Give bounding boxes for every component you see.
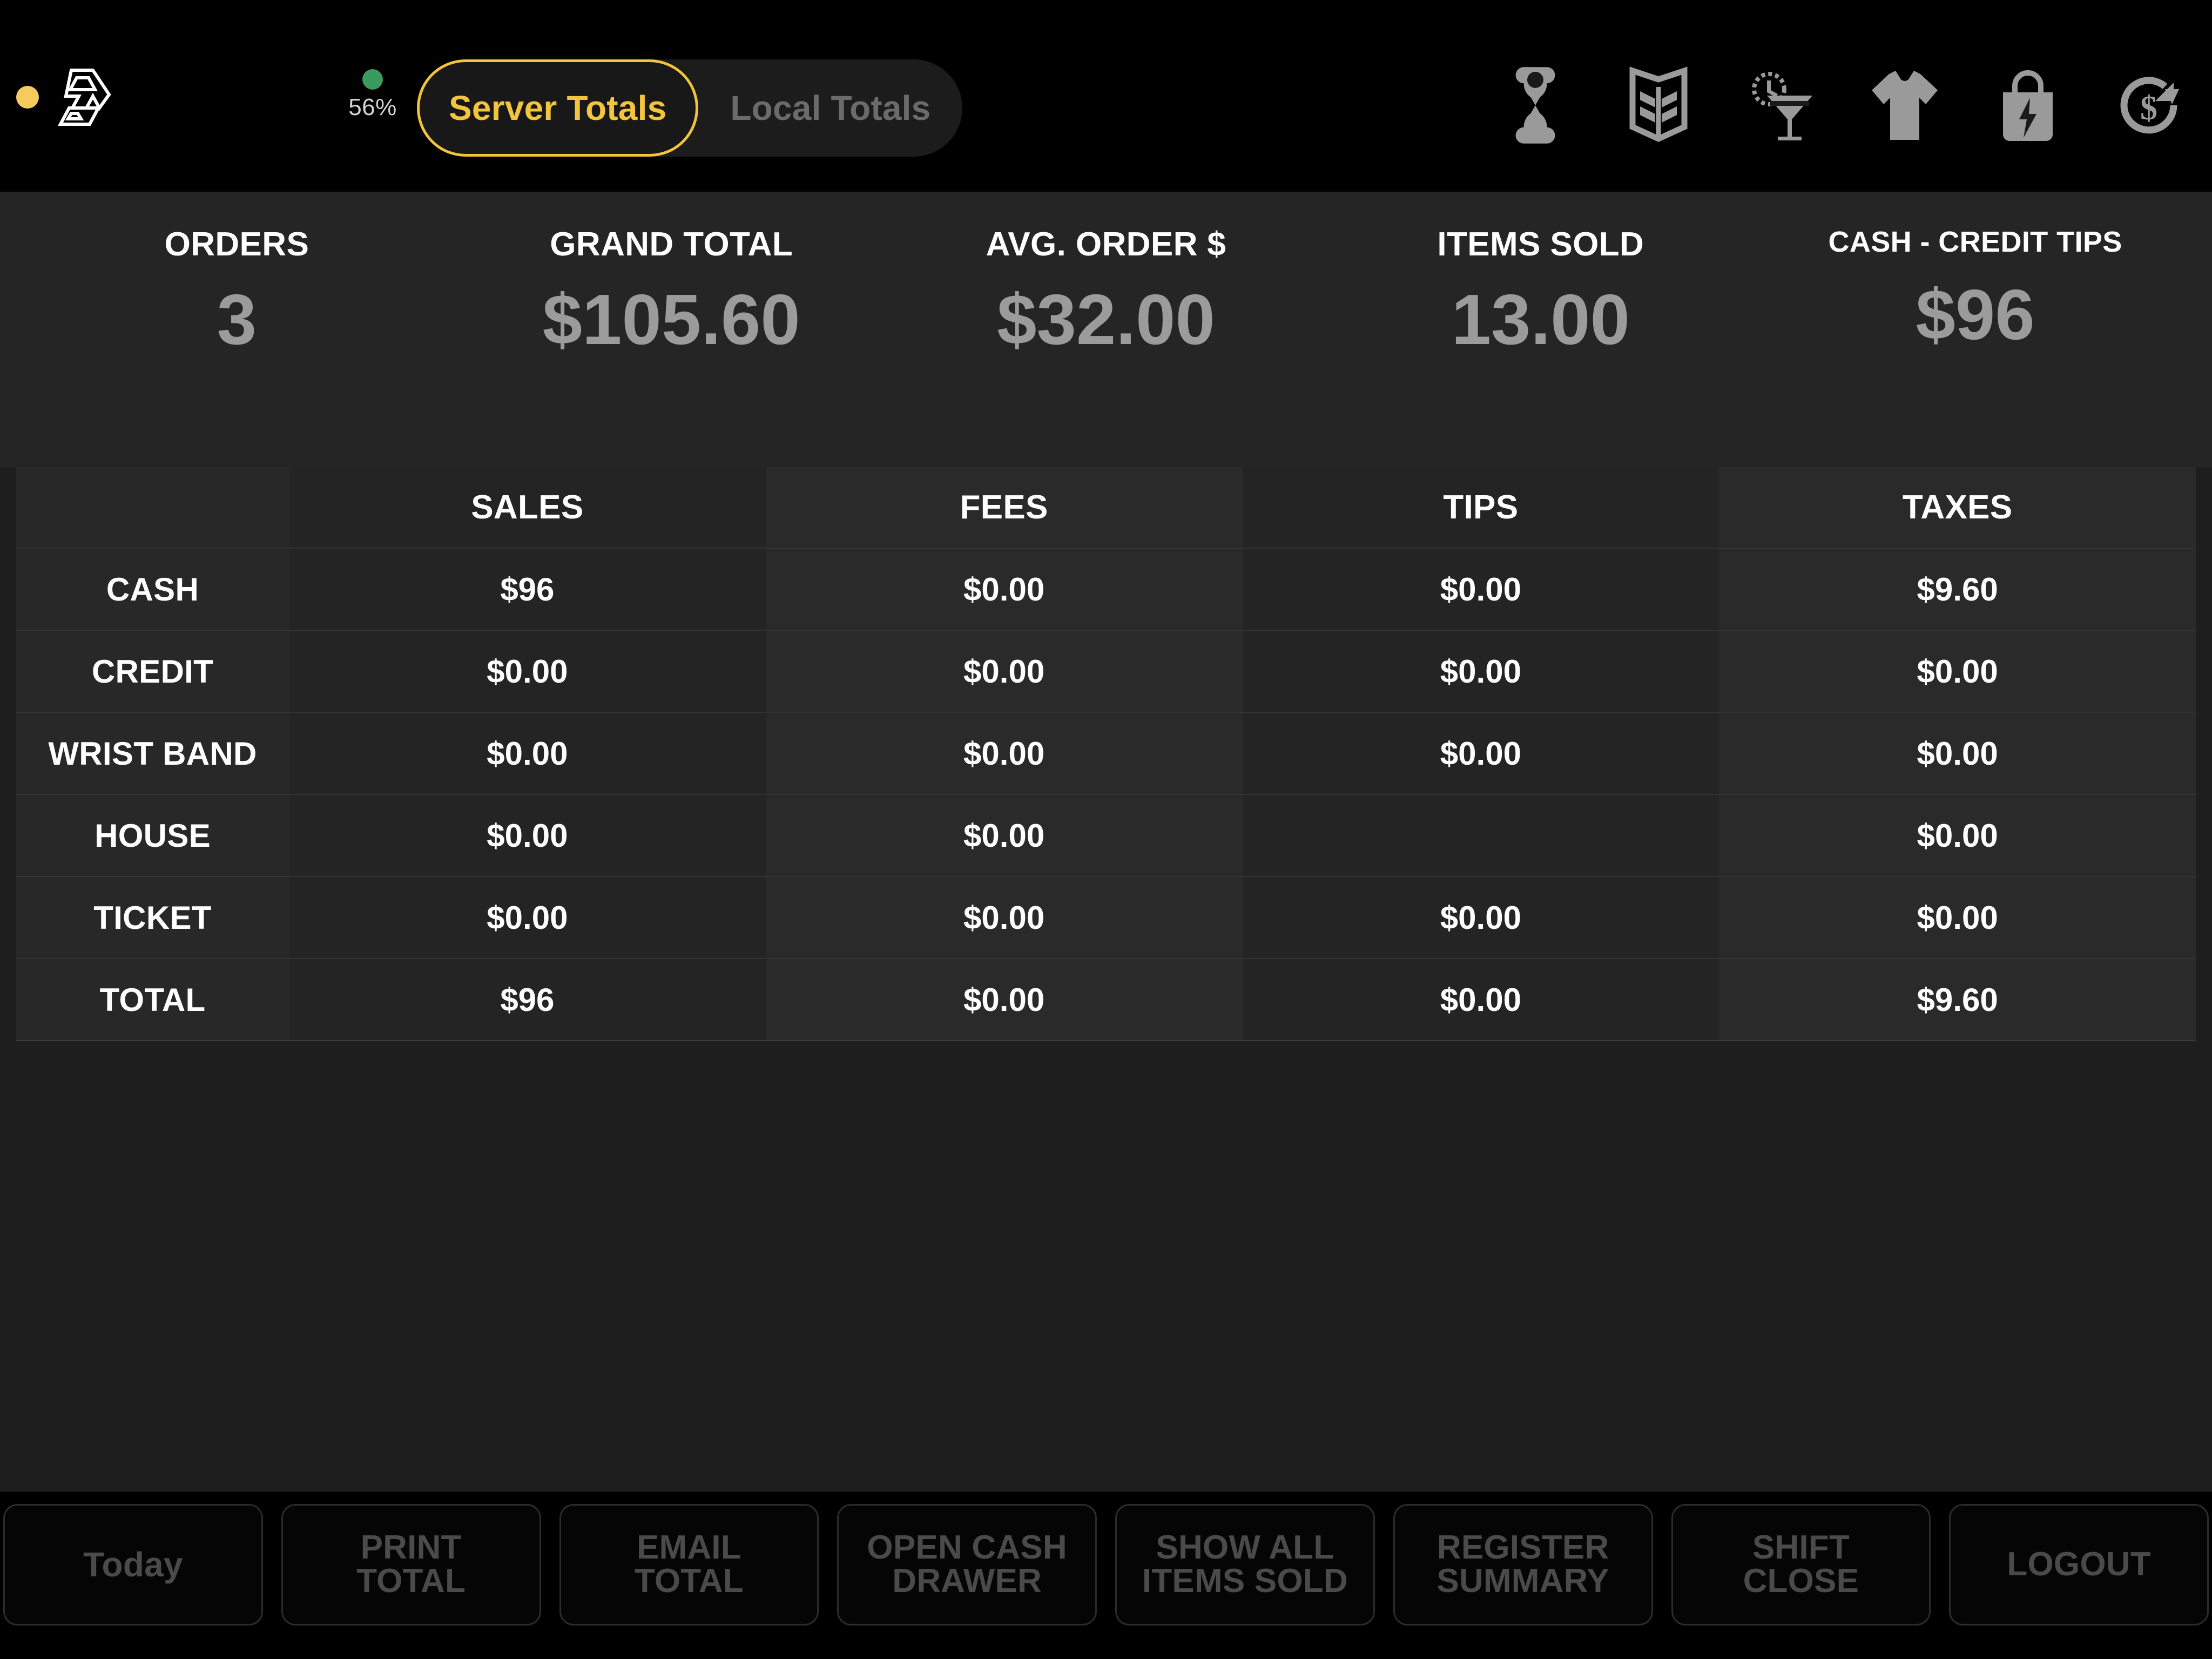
kpi-avg-order: AVG. ORDER $ $32.00	[889, 192, 1324, 467]
table-row: TOTAL $96 $0.00 $0.00 $9.60	[16, 959, 2196, 1041]
kpi-items-sold-label: ITEMS SOLD	[1437, 225, 1644, 264]
cell-house-tips	[1243, 794, 1719, 876]
cell-house-taxes: $0.00	[1719, 794, 2196, 876]
tab-server-totals[interactable]: Server Totals	[417, 59, 698, 157]
green-status-dot	[362, 69, 383, 90]
row-label-total: TOTAL	[16, 959, 289, 1041]
cell-ticket-fees: $0.00	[766, 876, 1243, 959]
table-body: CASH $96 $0.00 $0.00 $9.60 CREDIT $0.00 …	[16, 548, 2196, 1041]
footer-action-bar: Today PRINT TOTAL EMAIL TOTAL OPEN CASH …	[0, 1492, 2212, 1659]
table-row: CREDIT $0.00 $0.00 $0.00 $0.00	[16, 630, 2196, 712]
kpi-orders-label: ORDERS	[165, 225, 309, 264]
kpi-orders-value: 3	[217, 284, 257, 355]
open-book-icon[interactable]	[1618, 65, 1699, 146]
cell-cash-taxes: $9.60	[1719, 548, 2196, 630]
cell-cash-tips: $0.00	[1243, 548, 1719, 630]
shift-close-button[interactable]: SHIFT CLOSE	[1671, 1504, 1931, 1626]
kpi-strip: ORDERS 3 GRAND TOTAL $105.60 AVG. ORDER …	[0, 192, 2212, 467]
dollar-refresh-icon[interactable]: $	[2110, 65, 2191, 146]
column-header-taxes: TAXES	[1719, 467, 2196, 548]
cell-ticket-sales: $0.00	[289, 876, 766, 959]
brand	[16, 65, 113, 130]
svg-text:$: $	[2140, 89, 2157, 127]
cell-total-taxes: $9.60	[1719, 959, 2196, 1041]
brand-status-dot	[16, 86, 39, 109]
cell-ticket-tips: $0.00	[1243, 876, 1719, 959]
column-header-fees: FEES	[766, 467, 1243, 548]
totals-mode-toggle[interactable]: Server Totals Local Totals	[417, 59, 962, 157]
cell-credit-sales: $0.00	[289, 630, 766, 712]
shopping-bag-bolt-icon[interactable]	[1987, 65, 2068, 146]
kpi-grand-total-value: $105.60	[543, 284, 800, 355]
hourglass-icon[interactable]	[1495, 65, 1576, 146]
row-label-house: HOUSE	[16, 794, 289, 876]
kpi-orders: ORDERS 3	[19, 192, 454, 467]
table-row: HOUSE $0.00 $0.00 $0.00	[16, 794, 2196, 876]
kpi-grand-total-label: GRAND TOTAL	[550, 225, 793, 264]
email-total-button[interactable]: EMAIL TOTAL	[559, 1504, 819, 1626]
top-bar: 56% Server Totals Local Totals	[0, 0, 2212, 192]
open-cash-drawer-button[interactable]: OPEN CASH DRAWER	[837, 1504, 1097, 1626]
column-header-tips: TIPS	[1243, 467, 1719, 548]
cell-total-sales: $96	[289, 959, 766, 1041]
kpi-cash-credit-tips: CASH - CREDIT TIPS $96	[1758, 192, 2193, 467]
row-label-cash: CASH	[16, 548, 289, 630]
cell-cash-fees: $0.00	[766, 548, 1243, 630]
table-row: TICKET $0.00 $0.00 $0.00 $0.00	[16, 876, 2196, 959]
cell-wrist-band-sales: $0.00	[289, 712, 766, 794]
table-bottom-spacer	[16, 1041, 2196, 1069]
cell-credit-taxes: $0.00	[1719, 630, 2196, 712]
battery-percent: 56%	[335, 94, 410, 121]
column-header-sales: SALES	[289, 467, 766, 548]
print-total-button[interactable]: PRINT TOTAL	[281, 1504, 541, 1626]
cell-wrist-band-taxes: $0.00	[1719, 712, 2196, 794]
table-row: CASH $96 $0.00 $0.00 $9.60	[16, 548, 2196, 630]
cell-house-fees: $0.00	[766, 794, 1243, 876]
aloha-a-logo-icon[interactable]	[53, 65, 113, 130]
tshirt-icon[interactable]	[1864, 65, 1945, 146]
kpi-avg-order-value: $32.00	[997, 284, 1215, 355]
cell-total-fees: $0.00	[766, 959, 1243, 1041]
kpi-grand-total: GRAND TOTAL $105.60	[454, 192, 889, 467]
kpi-avg-order-label: AVG. ORDER $	[986, 225, 1226, 264]
totals-table: SALES FEES TIPS TAXES CASH $96 $0.00 $0.…	[16, 467, 2196, 1041]
today-button[interactable]: Today	[3, 1504, 263, 1626]
show-all-items-sold-button[interactable]: SHOW ALL ITEMS SOLD	[1115, 1504, 1375, 1626]
register-summary-button[interactable]: REGISTER SUMMARY	[1393, 1504, 1653, 1626]
kpi-cash-credit-tips-value: $96	[1916, 279, 2034, 350]
cell-total-tips: $0.00	[1243, 959, 1719, 1041]
cell-cash-sales: $96	[289, 548, 766, 630]
tab-local-totals[interactable]: Local Totals	[698, 59, 962, 157]
pos-totals-screen: 56% Server Totals Local Totals	[0, 0, 2212, 1659]
kpi-items-sold-value: 13.00	[1452, 284, 1630, 355]
kpi-items-sold: ITEMS SOLD 13.00	[1323, 192, 1758, 467]
row-label-ticket: TICKET	[16, 876, 289, 959]
row-label-wrist-band: WRIST BAND	[16, 712, 289, 794]
table-header-row: SALES FEES TIPS TAXES	[16, 467, 2196, 548]
header-icon-bar: $	[1495, 65, 2191, 146]
logout-button[interactable]: LOGOUT	[1949, 1504, 2209, 1626]
column-header-blank	[16, 467, 289, 548]
kpi-cash-credit-tips-label: CASH - CREDIT TIPS	[1828, 225, 2122, 259]
cell-ticket-taxes: $0.00	[1719, 876, 2196, 959]
battery-indicator: 56%	[335, 69, 410, 121]
cocktail-clock-icon[interactable]	[1741, 65, 1822, 146]
cell-credit-fees: $0.00	[766, 630, 1243, 712]
totals-table-wrap: SALES FEES TIPS TAXES CASH $96 $0.00 $0.…	[0, 467, 2212, 1492]
cell-credit-tips: $0.00	[1243, 630, 1719, 712]
cell-wrist-band-fees: $0.00	[766, 712, 1243, 794]
cell-house-sales: $0.00	[289, 794, 766, 876]
table-row: WRIST BAND $0.00 $0.00 $0.00 $0.00	[16, 712, 2196, 794]
cell-wrist-band-tips: $0.00	[1243, 712, 1719, 794]
row-label-credit: CREDIT	[16, 630, 289, 712]
